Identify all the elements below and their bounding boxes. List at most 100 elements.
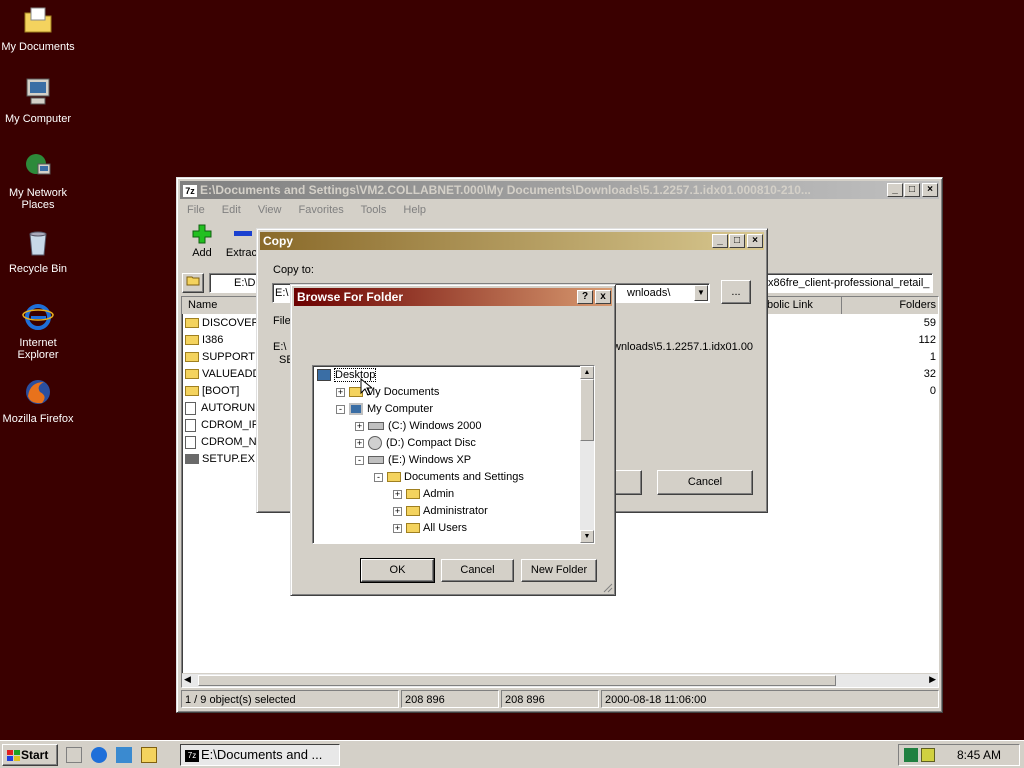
file-manager-titlebar[interactable]: 7z E:\Documents and Settings\VM2.COLLABNE…: [180, 181, 939, 199]
tree-item-label: My Documents: [366, 386, 440, 398]
tree-item-label: (E:) Windows XP: [388, 454, 472, 466]
tree-item-label: Documents and Settings: [404, 471, 524, 483]
desktop-icon-label: Internet Explorer: [17, 337, 59, 361]
status-bar: 1 / 9 object(s) selected 208 896 208 896…: [181, 690, 939, 710]
start-button[interactable]: Start: [2, 744, 58, 766]
tree-item[interactable]: + (C:) Windows 2000: [355, 418, 482, 435]
address-combo[interactable]: x86fre_client-professional_retail_: [765, 273, 933, 293]
internet-explorer-quicklaunch-icon[interactable]: [91, 747, 108, 763]
scroll-down-arrow-icon[interactable]: ▼: [580, 530, 594, 543]
expand-icon[interactable]: +: [336, 387, 345, 397]
tree-item[interactable]: - Documents and Settings: [374, 469, 524, 486]
7zip-app-icon: 7z: [183, 184, 197, 197]
desktop-icon-my-computer[interactable]: My Computer: [0, 76, 76, 125]
tree-item-label: My Computer: [367, 403, 434, 415]
folder-icon: [185, 318, 199, 329]
browse-cancel-button[interactable]: Cancel: [441, 559, 514, 582]
file-folders-count: 59: [923, 317, 936, 329]
folder-icon: [185, 335, 199, 346]
copy-dialog-titlebar[interactable]: Copy _ □ ×: [260, 232, 764, 250]
taskbar-task-button[interactable]: 7z E:\Documents and ...: [180, 744, 340, 766]
minimize-button[interactable]: _: [887, 183, 903, 197]
add-button[interactable]: Add: [187, 224, 217, 259]
browse-folder-button[interactable]: ...: [721, 280, 751, 304]
copy-maximize-button[interactable]: □: [729, 234, 745, 248]
desktop-icon-firefox[interactable]: Mozilla Firefox: [0, 376, 76, 425]
outlook-quicklaunch-icon[interactable]: [116, 747, 133, 763]
volume-tray-icon[interactable]: [921, 748, 935, 762]
expand-icon[interactable]: +: [393, 489, 402, 499]
collapse-icon[interactable]: -: [355, 455, 364, 465]
desktop-icon-label: My Documents: [1, 41, 75, 53]
desktop-icon-network[interactable]: My Network Places: [0, 150, 76, 211]
minus-icon: [234, 231, 252, 236]
menu-favorites[interactable]: Favorites: [299, 204, 344, 216]
tree-item[interactable]: - (E:) Windows XP: [355, 452, 471, 469]
windows-logo-icon: [7, 749, 20, 761]
scroll-right-arrow-icon[interactable]: ▶: [929, 674, 936, 685]
tree-item[interactable]: + All Users: [393, 520, 467, 537]
tree-vertical-scrollbar[interactable]: ▲ ▼: [580, 366, 594, 543]
menu-help[interactable]: Help: [403, 204, 426, 216]
status-packed-size: 208 896: [501, 690, 599, 708]
up-folder-button[interactable]: [182, 273, 204, 293]
network-tray-icon[interactable]: [904, 748, 918, 762]
show-desktop-icon[interactable]: [66, 747, 82, 763]
file-folders-count: 32: [923, 368, 936, 380]
file-name: SETUP.EX: [202, 453, 255, 465]
menu-file[interactable]: File: [187, 204, 205, 216]
desktop-icon-my-documents[interactable]: My Documents: [0, 4, 76, 53]
tree-item[interactable]: + My Documents: [336, 384, 439, 401]
explorer-quicklaunch-icon[interactable]: [141, 747, 158, 763]
address-combo-text: x86fre_client-professional_retail_: [768, 277, 930, 289]
menu-edit[interactable]: Edit: [222, 204, 241, 216]
resize-grip-icon[interactable]: [603, 583, 613, 593]
browse-dialog-title: Browse For Folder: [297, 290, 404, 304]
copy-cancel-button[interactable]: Cancel: [657, 470, 753, 495]
expand-icon[interactable]: +: [393, 506, 402, 516]
drive-icon: [368, 422, 384, 431]
browse-dialog-titlebar[interactable]: Browse For Folder ? x: [294, 288, 612, 306]
clock[interactable]: 8:45 AM: [957, 748, 1001, 762]
help-button[interactable]: ?: [577, 290, 593, 304]
collapse-icon[interactable]: -: [336, 404, 345, 414]
desktop-icon-recycle-bin[interactable]: Recycle Bin: [0, 226, 76, 275]
browse-ok-button[interactable]: OK: [360, 558, 435, 583]
tree-item-label: All Users: [423, 522, 468, 534]
status-size: 208 896: [401, 690, 499, 708]
start-label: Start: [21, 748, 49, 762]
column-folders-header[interactable]: Folders: [842, 297, 938, 314]
menu-view[interactable]: View: [258, 204, 282, 216]
scroll-up-arrow-icon[interactable]: ▲: [580, 366, 594, 379]
expand-icon[interactable]: +: [355, 421, 364, 431]
tree-item[interactable]: + (D:) Compact Disc: [355, 435, 476, 452]
tree-item[interactable]: + Administrator: [393, 503, 488, 520]
scrollbar-thumb[interactable]: [198, 675, 836, 686]
chevron-down-icon[interactable]: ▼: [694, 285, 708, 301]
folder-icon: [387, 472, 401, 483]
status-selected: 1 / 9 object(s) selected: [181, 690, 399, 708]
file-name: AUTORUN: [201, 402, 256, 414]
tree-item[interactable]: - My Computer: [336, 401, 433, 418]
file-name: CDROM_IF: [201, 419, 259, 431]
expand-icon[interactable]: +: [393, 523, 402, 533]
close-button[interactable]: ×: [922, 183, 938, 197]
tree-scrollbar-thumb[interactable]: [580, 379, 594, 441]
maximize-button[interactable]: □: [904, 183, 920, 197]
column-symbolic-link-header[interactable]: bolic Link: [762, 297, 842, 314]
copy-close-button[interactable]: ×: [747, 234, 763, 248]
copy-minimize-button[interactable]: _: [712, 234, 728, 248]
menu-tools[interactable]: Tools: [361, 204, 387, 216]
browse-close-button[interactable]: x: [595, 290, 611, 304]
expand-icon[interactable]: +: [355, 438, 364, 448]
address-bar[interactable]: E:\D: [209, 273, 259, 293]
file-name: DISCOVER: [202, 317, 260, 329]
collapse-icon[interactable]: -: [374, 472, 383, 482]
horizontal-scrollbar[interactable]: ◀ ▶: [182, 673, 938, 687]
folder-tree[interactable]: Desktop + My Documents - My Computer + (C:) Wi…: [312, 365, 595, 544]
tree-item[interactable]: + Admin: [393, 486, 454, 503]
new-folder-button[interactable]: New Folder: [521, 559, 597, 582]
scroll-left-arrow-icon[interactable]: ◀: [184, 674, 191, 685]
files-line-1-right: wnloads\5.1.2257.1.idx01.00: [613, 341, 754, 353]
desktop-icon-internet-explorer[interactable]: Internet Explorer: [0, 300, 76, 361]
